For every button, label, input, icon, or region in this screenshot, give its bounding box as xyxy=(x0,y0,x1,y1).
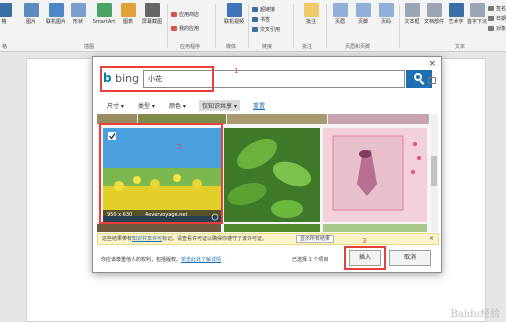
signature-icon xyxy=(488,6,494,11)
pictures-button[interactable]: 图片 xyxy=(17,3,45,37)
results-scrollbar[interactable] xyxy=(430,114,438,232)
group-label: 应用程序 xyxy=(180,44,201,50)
text-box-icon xyxy=(404,3,420,17)
store-button[interactable]: 应用商店 xyxy=(171,12,199,19)
search-icon-handle xyxy=(419,80,425,85)
smartart-icon xyxy=(96,3,112,17)
comment-button[interactable]: 批注 xyxy=(297,3,325,37)
show-all-results-button[interactable]: 显示所有结果 xyxy=(296,235,335,243)
type-filter[interactable]: 类型 ▾ xyxy=(138,101,155,110)
date-button[interactable]: 日期 xyxy=(488,16,506,23)
ribbon-separator xyxy=(215,4,216,48)
annotation-box-1 xyxy=(100,66,214,92)
close-notice-icon[interactable]: × xyxy=(429,234,434,244)
copyright-note: 你应该尊重他人的权利，包括版权。单击此处了解详情 xyxy=(101,257,222,263)
cancel-button[interactable]: 取消 xyxy=(389,250,431,266)
close-icon[interactable]: × xyxy=(428,59,436,69)
online-pictures-dialog: × b bing 小花 1 尺寸 ▾ 类型 ▾ 颜色 ▾ 仅知识共享 ▾ 重置 xyxy=(92,56,442,273)
group-label: 批注 xyxy=(302,44,313,50)
object-icon xyxy=(488,26,494,31)
group-label: 文本 xyxy=(455,44,466,50)
online-picture-icon xyxy=(48,3,64,17)
ribbon-separator xyxy=(167,4,168,48)
shapes-button[interactable]: 形状 xyxy=(64,3,92,37)
page-number-icon xyxy=(378,3,394,17)
annotation-number-1: 1 xyxy=(234,67,239,75)
store-icon xyxy=(171,12,177,17)
group-label: 链接 xyxy=(262,44,273,50)
reset-filter-link[interactable]: 重置 xyxy=(253,101,265,110)
annotation-number-2: 2 xyxy=(177,143,182,151)
cross-reference-icon xyxy=(252,27,258,32)
watermark: Baidu经验 xyxy=(450,309,500,320)
hyperlink-button[interactable]: 超链接 xyxy=(252,7,275,14)
quick-parts-icon xyxy=(426,3,442,17)
table-button[interactable]: 格 xyxy=(0,3,18,37)
shapes-icon xyxy=(70,3,86,17)
group-label: 页眉和页脚 xyxy=(345,44,371,50)
group-label: 格 xyxy=(2,44,8,50)
calendar-icon xyxy=(488,16,494,21)
creative-commons-filter[interactable]: 仅知识共享 ▾ xyxy=(199,100,240,111)
drop-cap-icon xyxy=(469,3,485,17)
link-icon xyxy=(252,7,258,12)
creative-commons-link[interactable]: 知识共享许可 xyxy=(132,236,162,242)
footer-icon xyxy=(355,3,371,17)
object-button[interactable]: 对象 xyxy=(488,26,506,33)
apps-icon xyxy=(171,26,177,31)
color-filter[interactable]: 颜色 ▾ xyxy=(169,101,186,110)
cross-reference-button[interactable]: 交叉引用 xyxy=(252,27,280,34)
annotation-number-3: 3 xyxy=(362,237,367,245)
bookmark-icon xyxy=(252,17,258,22)
bookmark-button[interactable]: 书签 xyxy=(252,17,270,24)
size-filter[interactable]: 尺寸 ▾ xyxy=(107,101,124,110)
header-icon xyxy=(332,3,348,17)
annotation-box-2 xyxy=(99,123,223,224)
signature-button[interactable]: 签名 xyxy=(488,6,506,13)
drop-cap-button[interactable]: 首字下沉 xyxy=(463,3,491,37)
feedback-icon[interactable] xyxy=(428,77,436,84)
table-icon xyxy=(0,3,12,17)
page-number-button[interactable]: 页码 xyxy=(372,3,400,37)
screenshot-button[interactable]: 屏幕截图 xyxy=(138,3,166,37)
comment-icon xyxy=(303,3,319,17)
ribbon-separator xyxy=(248,4,249,48)
word-window: 格 图片 联机图片 形状 SmartArt 图表 屏幕截图 应用商店 我的应用 … xyxy=(0,0,506,322)
video-icon xyxy=(226,3,242,17)
annotation-box-3 xyxy=(344,246,386,270)
license-notice: 这些结果带有知识共享许可标记。请查看许可证以确保你遵守了该许可证。 显示所有结果… xyxy=(97,233,439,245)
online-video-button[interactable]: 联机视频 xyxy=(220,3,248,37)
my-apps-button[interactable]: 我的应用 xyxy=(171,26,199,33)
wordart-icon xyxy=(448,3,464,17)
ribbon-separator xyxy=(293,4,294,48)
chart-icon xyxy=(120,3,136,17)
scrollbar-thumb[interactable] xyxy=(431,156,437,186)
group-label: 插图 xyxy=(84,44,95,50)
ribbon: 格 图片 联机图片 形状 SmartArt 图表 屏幕截图 应用商店 我的应用 … xyxy=(0,0,506,52)
picture-icon xyxy=(23,3,39,17)
group-label: 媒体 xyxy=(226,44,237,50)
camera-icon xyxy=(144,3,160,17)
learn-more-link[interactable]: 单击此处了解详情 xyxy=(181,257,221,263)
selected-count: 已选择 1 个项目 xyxy=(292,257,329,263)
